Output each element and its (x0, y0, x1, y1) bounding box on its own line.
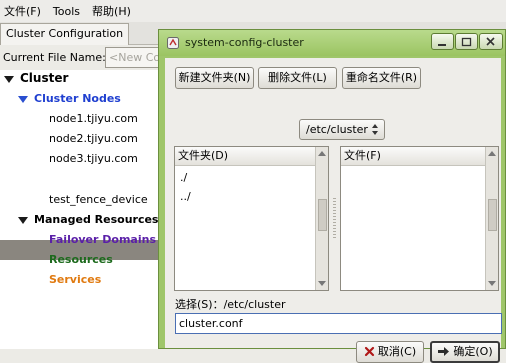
tree-services[interactable]: Services (49, 273, 101, 286)
tree-cluster[interactable]: Cluster (20, 71, 68, 85)
minimize-icon (438, 44, 446, 46)
app-icon (167, 37, 179, 49)
files-scrollbar[interactable] (485, 147, 498, 290)
folders-pane: 文件夹(D) ./ ../ (174, 146, 329, 291)
expand-cluster-icon[interactable] (4, 76, 14, 83)
dialog-title: system-config-cluster (185, 36, 304, 49)
menu-file[interactable]: 文件(F) (0, 3, 47, 19)
folder-item[interactable]: ./ (180, 171, 187, 184)
scrollbar-thumb[interactable] (318, 199, 327, 231)
scroll-up-icon[interactable] (318, 151, 326, 156)
folder-item[interactable]: ../ (180, 190, 191, 203)
scrollbar-thumb[interactable] (488, 199, 497, 231)
tree-node-3[interactable]: node3.tjiyu.com (49, 152, 138, 165)
folders-scrollbar[interactable] (315, 147, 328, 290)
cancel-button[interactable]: 取消(C) (356, 341, 424, 363)
selection-label: 选择(S)：/etc/cluster (175, 298, 286, 311)
expand-cluster-nodes-icon[interactable] (18, 96, 28, 103)
menubar: 文件(F) Tools 帮助(H) (0, 0, 506, 23)
ok-label: 确定(O) (453, 345, 493, 358)
pane-splitter[interactable] (333, 198, 336, 238)
scroll-up-icon[interactable] (488, 151, 496, 156)
tree-managed-resources[interactable]: Managed Resources (34, 213, 158, 226)
new-folder-button[interactable]: 新建文件夹(N) (175, 67, 254, 89)
ok-button[interactable]: 确定(O) (430, 341, 500, 363)
maximize-icon (461, 37, 472, 47)
file-chooser-dialog: system-config-cluster 新建文件夹(N) 删除文件(L) 重… (158, 29, 506, 363)
menu-help[interactable]: 帮助(H) (86, 3, 137, 19)
tree-failover-domains[interactable]: Failover Domains (49, 233, 156, 246)
delete-file-button[interactable]: 删除文件(L) (258, 67, 337, 89)
cancel-label: 取消(C) (377, 345, 417, 358)
dialog-titlebar[interactable]: system-config-cluster (159, 30, 505, 56)
tree-node-1[interactable]: node1.tjiyu.com (49, 112, 138, 125)
filename-input[interactable]: cluster.conf (175, 313, 502, 334)
ok-icon (438, 346, 450, 356)
files-header[interactable]: 文件(F) (341, 147, 485, 166)
maximize-button[interactable] (455, 33, 478, 50)
close-icon (486, 37, 495, 46)
cancel-icon (364, 346, 374, 356)
folders-header[interactable]: 文件夹(D) (175, 147, 315, 166)
scroll-down-icon[interactable] (318, 281, 326, 286)
rename-file-button[interactable]: 重命名文件(R) (342, 67, 421, 89)
cluster-tree: Cluster Cluster Nodes node1.tjiyu.com no… (0, 70, 160, 349)
tab-cluster-configuration[interactable]: Cluster Configuration (0, 23, 130, 45)
expand-fence-devices-icon[interactable] (18, 177, 28, 184)
menu-tools[interactable]: Tools (47, 5, 86, 18)
tree-resources[interactable]: Resources (49, 253, 113, 266)
combo-arrows-icon (372, 124, 378, 135)
path-combo[interactable]: /etc/cluster (299, 119, 385, 140)
tree-node-2[interactable]: node2.tjiyu.com (49, 132, 138, 145)
path-combo-value: /etc/cluster (306, 123, 368, 136)
dialog-body: 新建文件夹(N) 删除文件(L) 重命名文件(R) /etc/cluster 文… (165, 58, 502, 363)
scroll-down-icon[interactable] (488, 281, 496, 286)
tree-cluster-nodes[interactable]: Cluster Nodes (34, 92, 121, 105)
files-pane: 文件(F) (340, 146, 499, 291)
tree-fence-devices[interactable]: Fence Devices (34, 173, 122, 186)
current-file-label: Current File Name: (3, 51, 106, 64)
close-button[interactable] (479, 33, 503, 50)
minimize-button[interactable] (431, 33, 454, 50)
expand-managed-resources-icon[interactable] (18, 217, 28, 224)
tree-fence-device[interactable]: test_fence_device (49, 193, 148, 206)
